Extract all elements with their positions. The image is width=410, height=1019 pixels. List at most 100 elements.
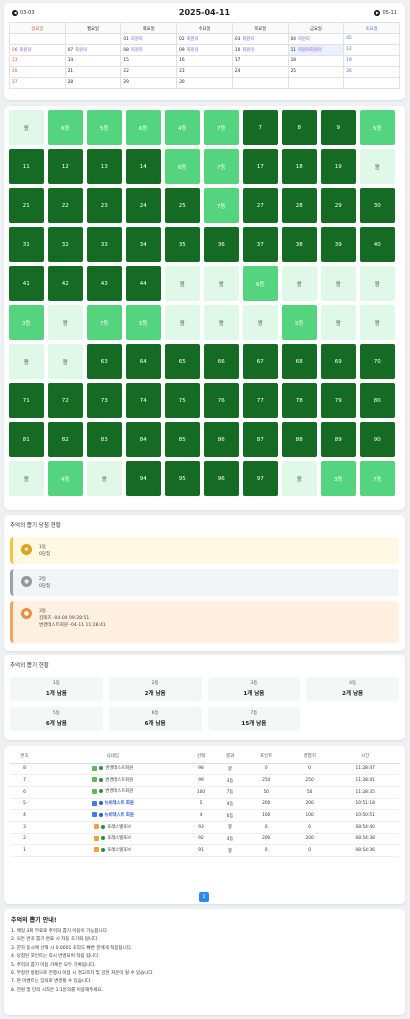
calendar-day[interactable]: 20: [10, 67, 66, 78]
draw-cell[interactable]: 63: [87, 344, 122, 379]
draw-cell[interactable]: 65: [165, 344, 200, 379]
draw-cell[interactable]: 29: [321, 188, 356, 223]
draw-cell[interactable]: 꽝: [360, 305, 395, 340]
draw-cell[interactable]: 7등: [204, 188, 239, 223]
draw-cell[interactable]: 33: [87, 227, 122, 262]
draw-cell[interactable]: 꽝: [9, 461, 44, 496]
draw-cell[interactable]: 꽝: [165, 266, 200, 301]
draw-cell[interactable]: 24: [126, 188, 161, 223]
draw-cell[interactable]: 4등: [48, 461, 83, 496]
calendar-day[interactable]: 21: [65, 67, 122, 78]
draw-cell[interactable]: 9: [321, 110, 356, 145]
draw-cell[interactable]: 6등: [165, 149, 200, 184]
draw-cell[interactable]: 43: [87, 266, 122, 301]
draw-cell[interactable]: 94: [126, 461, 161, 496]
draw-cell[interactable]: 7등: [204, 149, 239, 184]
calendar-day[interactable]: 22: [121, 67, 178, 78]
draw-cell[interactable]: 38: [282, 227, 317, 262]
draw-cell[interactable]: 꽝: [360, 266, 395, 301]
draw-cell[interactable]: 44: [126, 266, 161, 301]
draw-cell[interactable]: 82: [48, 422, 83, 457]
draw-cell[interactable]: 31: [9, 227, 44, 262]
draw-cell[interactable]: 69: [321, 344, 356, 379]
draw-cell[interactable]: 41: [9, 266, 44, 301]
user-nickname[interactable]: 변경테스트회원: [92, 777, 133, 783]
draw-cell[interactable]: 18: [282, 149, 317, 184]
draw-cell[interactable]: 88: [282, 422, 317, 457]
draw-cell[interactable]: 66: [204, 344, 239, 379]
draw-cell[interactable]: 꽝: [282, 266, 317, 301]
calendar-day[interactable]: 06 회원의: [10, 45, 66, 56]
draw-cell[interactable]: 86: [204, 422, 239, 457]
draw-cell[interactable]: 꽝: [48, 305, 83, 340]
draw-cell[interactable]: 5등: [126, 305, 161, 340]
calendar-day[interactable]: 11 회원의회원의: [288, 45, 345, 56]
draw-cell[interactable]: 7: [243, 110, 278, 145]
draw-cell[interactable]: 5등: [87, 110, 122, 145]
calendar-day[interactable]: [65, 34, 122, 45]
calendar-day[interactable]: 13: [10, 56, 66, 67]
draw-cell[interactable]: 36: [204, 227, 239, 262]
draw-cell[interactable]: 95: [165, 461, 200, 496]
draw-cell[interactable]: 27: [243, 188, 278, 223]
draw-cell[interactable]: 83: [87, 422, 122, 457]
draw-cell[interactable]: 12: [48, 149, 83, 184]
draw-cell[interactable]: 97: [243, 461, 278, 496]
draw-cell[interactable]: 3등: [9, 305, 44, 340]
draw-cell[interactable]: 71: [9, 383, 44, 418]
draw-cell[interactable]: 37: [243, 227, 278, 262]
calendar-day[interactable]: 17: [232, 56, 289, 67]
calendar-day[interactable]: 27: [10, 78, 66, 89]
draw-cell[interactable]: 19: [321, 149, 356, 184]
draw-cell[interactable]: 7등: [204, 110, 239, 145]
calendar-day[interactable]: [344, 78, 400, 89]
calendar-day[interactable]: [232, 78, 289, 89]
calendar-day[interactable]: 26: [344, 67, 400, 78]
draw-cell[interactable]: 74: [126, 383, 161, 418]
draw-cell[interactable]: 23: [87, 188, 122, 223]
draw-cell[interactable]: 꽝: [204, 305, 239, 340]
draw-cell[interactable]: 꽝: [321, 266, 356, 301]
draw-cell[interactable]: 76: [204, 383, 239, 418]
calendar-day[interactable]: 18: [288, 56, 345, 67]
calendar-day[interactable]: 29: [121, 78, 178, 89]
calendar-day[interactable]: 25: [288, 67, 345, 78]
draw-cell[interactable]: 72: [48, 383, 83, 418]
draw-cell[interactable]: 39: [321, 227, 356, 262]
draw-cell[interactable]: 90: [360, 422, 395, 457]
draw-cell[interactable]: 67: [243, 344, 278, 379]
draw-cell[interactable]: 32: [48, 227, 83, 262]
draw-cell[interactable]: 89: [321, 422, 356, 457]
draw-cell[interactable]: 40: [360, 227, 395, 262]
draw-cell[interactable]: 80: [360, 383, 395, 418]
calendar-day[interactable]: 04 회원의: [288, 34, 345, 45]
draw-cell[interactable]: 14: [126, 149, 161, 184]
draw-cell[interactable]: 13: [87, 149, 122, 184]
page-button-1[interactable]: 1: [199, 892, 209, 902]
calendar-day[interactable]: 02 회원의: [177, 34, 233, 45]
draw-cell[interactable]: 77: [243, 383, 278, 418]
draw-cell[interactable]: 꽝: [9, 110, 44, 145]
draw-cell[interactable]: 79: [321, 383, 356, 418]
user-nickname[interactable]: 포레스텔포브: [94, 847, 131, 853]
calendar-day[interactable]: [10, 34, 66, 45]
calendar-day[interactable]: 03 회원의: [232, 34, 289, 45]
draw-cell[interactable]: 6등: [48, 110, 83, 145]
draw-cell[interactable]: 6등: [243, 266, 278, 301]
draw-cell[interactable]: 꽝: [87, 461, 122, 496]
draw-cell[interactable]: 35: [165, 227, 200, 262]
draw-cell[interactable]: 6등: [126, 110, 161, 145]
draw-cell[interactable]: 28: [282, 188, 317, 223]
draw-cell[interactable]: 78: [282, 383, 317, 418]
draw-cell[interactable]: 꽝: [9, 344, 44, 379]
draw-cell[interactable]: 42: [48, 266, 83, 301]
calendar-day[interactable]: 01 회원의: [121, 34, 178, 45]
draw-cell[interactable]: 4등: [165, 110, 200, 145]
draw-cell[interactable]: 3등: [321, 461, 356, 496]
calendar-day[interactable]: 30: [177, 78, 233, 89]
draw-cell[interactable]: 30: [360, 188, 395, 223]
calendar-day[interactable]: 09 회원의: [177, 45, 233, 56]
calendar-day[interactable]: 23: [177, 67, 233, 78]
draw-cell[interactable]: 꽝: [360, 149, 395, 184]
draw-cell[interactable]: 70: [360, 344, 395, 379]
